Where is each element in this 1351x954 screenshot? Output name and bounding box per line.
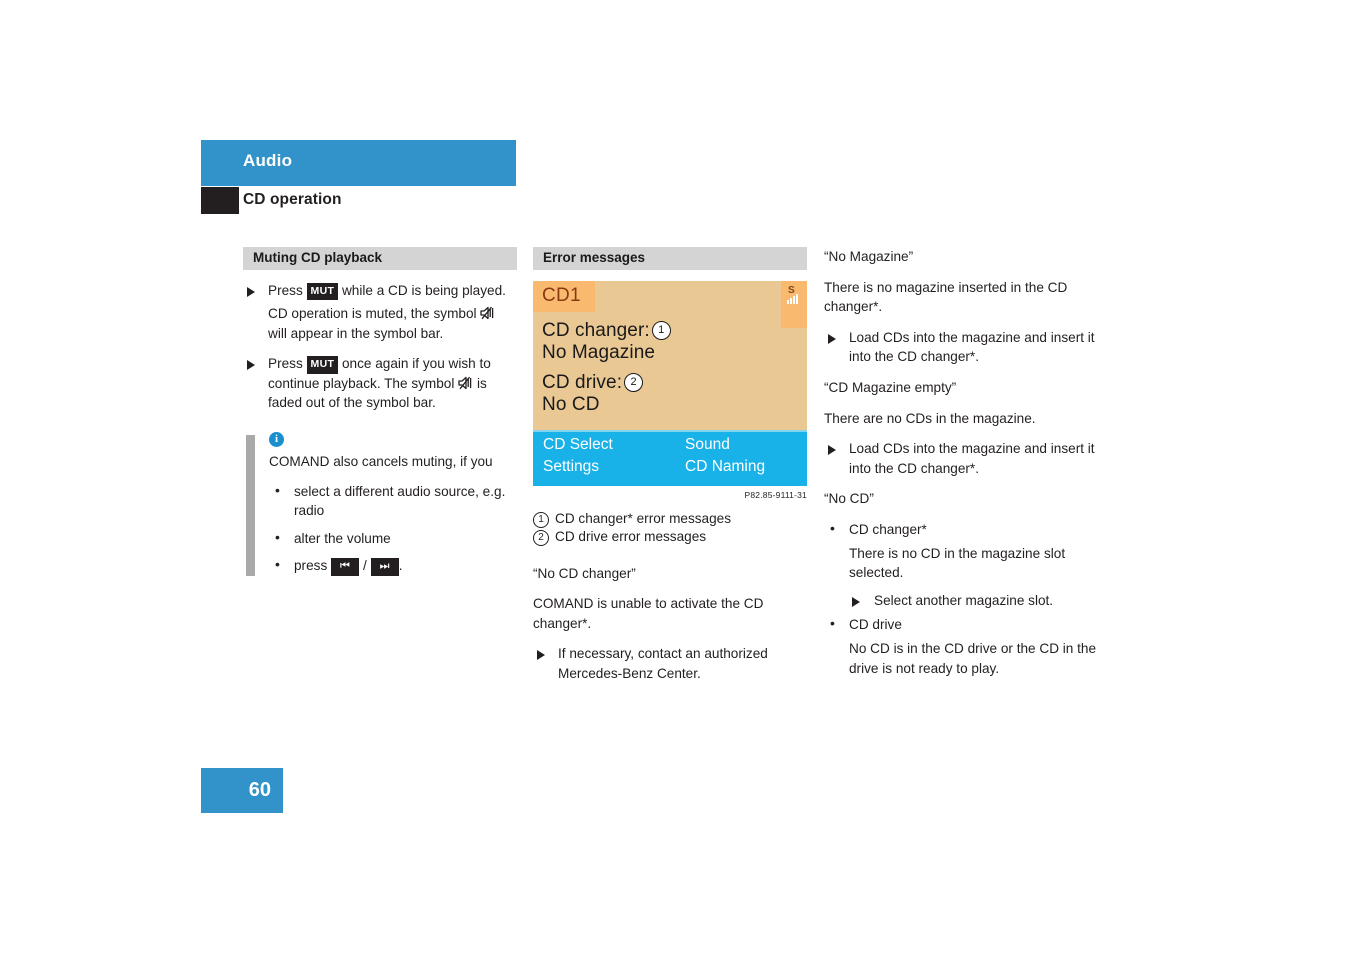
- display-menu-cd-select[interactable]: CD Select: [543, 436, 613, 454]
- info-bullet-audio-source: select a different audio source, e.g. ra…: [269, 481, 517, 521]
- figure-legend: 1 CD changer* error messages 2 CD drive …: [533, 510, 807, 547]
- message-title-no-magazine: “No Magazine”: [824, 249, 914, 264]
- left-column: Muting CD playback Press MUT while a CD …: [243, 247, 517, 584]
- middle-column: Error messages CD1 S CD changer: 1 No Mag…: [533, 247, 807, 687]
- comand-display-figure: CD1 S CD changer: 1 No Magazine CD drive:…: [533, 280, 807, 486]
- message-action-no-magazine: Load CDs into the magazine and insert it…: [824, 328, 1098, 367]
- no-cd-changer-action: Select another magazine slot.: [846, 591, 1098, 611]
- info-icon: i: [269, 432, 284, 448]
- display-menu-settings[interactable]: Settings: [543, 458, 599, 476]
- section-heading-muting: Muting CD playback: [243, 247, 517, 270]
- display-no-cd-line: No CD: [542, 393, 600, 415]
- message-title-no-cd-changer: “No CD changer”: [533, 565, 636, 581]
- page-header-section-title: Audio: [243, 151, 293, 170]
- display-source-tag: CD1: [533, 280, 595, 312]
- no-cd-bullet-cd-drive: CD drive: [824, 614, 1098, 635]
- display-cd-drive-line: CD drive: 2: [542, 371, 644, 394]
- track-keys-text-post: .: [398, 558, 403, 574]
- signal-bars-icon: [787, 293, 801, 304]
- legend-number: 2: [533, 530, 549, 547]
- message-action-cd-magazine-empty: Load CDs into the magazine and insert it…: [824, 439, 1098, 478]
- display-cd-changer-label: CD changer:: [542, 319, 650, 341]
- no-cd-bullet-cd-changer: CD changer*: [824, 519, 1098, 540]
- no-cd-drive-body: No CD is in the CD drive or the CD in th…: [849, 640, 1097, 676]
- message-body-no-magazine: There is no magazine inserted in the CD …: [824, 279, 1068, 315]
- instruction-step-mute-detail: CD operation is muted, the symbol will a…: [243, 304, 517, 343]
- page-header-band: Audio: [201, 140, 516, 186]
- legend-text: CD changer* error messages: [555, 510, 732, 526]
- page-number: 60: [248, 779, 271, 801]
- legend-item: 1 CD changer* error messages: [533, 510, 807, 529]
- legend-text: CD drive error messages: [555, 529, 707, 545]
- message-body-no-cd-changer: COMAND is unable to activate the CD chan…: [533, 596, 764, 631]
- page-number-badge: 60: [201, 768, 283, 813]
- display-menu-bar: CD Select Settings Sound CD Naming: [533, 429, 807, 486]
- step-text-pre: Press: [268, 282, 303, 298]
- mut-key-icon: MUT: [306, 356, 339, 374]
- info-note-intro: COMAND also cancels muting, if you: [269, 454, 493, 470]
- track-keys-text-pre: press: [294, 558, 328, 574]
- instruction-step-mute: Press MUT while a CD is being played.: [243, 281, 517, 301]
- legend-number: 1: [533, 511, 549, 528]
- mute-speaker-icon: [458, 376, 473, 390]
- track-keys-separator: /: [363, 558, 367, 574]
- instruction-step-unmute: Press MUT once again if you wish to cont…: [243, 354, 517, 413]
- display-cd-changer-line: CD changer: 1: [542, 320, 671, 342]
- mute-detail-text-a: CD operation is muted, the symbol: [268, 306, 477, 322]
- display-signal-indicator: S: [781, 280, 807, 328]
- display-cd-drive-label: CD drive:: [542, 371, 623, 393]
- info-note-box: i COMAND also cancels muting, if you sel…: [243, 432, 517, 577]
- info-bullet-track-keys: press ⏮ / ⏭.: [269, 555, 517, 577]
- page-header-subsection-title: CD operation: [243, 191, 342, 208]
- callout-marker-2: 2: [624, 372, 644, 392]
- info-bullet-volume: alter the volume: [269, 528, 517, 549]
- message-title-no-cd: “No CD”: [824, 491, 874, 507]
- next-track-key-icon: ⏭: [370, 558, 399, 577]
- previous-track-key-icon: ⏮: [331, 558, 360, 577]
- message-body-cd-magazine-empty: There are no CDs in the magazine.: [824, 410, 1036, 426]
- display-no-magazine-line: No Magazine: [542, 341, 656, 363]
- step-text-post: while a CD is being played.: [341, 282, 506, 298]
- callout-marker-1: 1: [651, 320, 671, 340]
- message-title-cd-magazine-empty: “CD Magazine empty”: [824, 379, 957, 395]
- legend-item: 2 CD drive error messages: [533, 528, 807, 547]
- display-source-label: CD1: [542, 284, 581, 306]
- message-action-no-cd-changer: If necessary, contact an authorized Merc…: [533, 644, 807, 683]
- chapter-tab-marker: [201, 187, 239, 214]
- mute-speaker-icon: [480, 306, 495, 320]
- mute-detail-text-b: will appear in the symbol bar.: [268, 325, 444, 341]
- unmute-text-pre: Press: [268, 356, 303, 372]
- right-column: “No Magazine” There is no magazine inser…: [824, 247, 1098, 686]
- no-cd-changer-body: There is no CD in the magazine slot sele…: [849, 545, 1066, 581]
- mut-key-icon: MUT: [306, 282, 339, 301]
- figure-caption: P82.85-9111-31: [744, 489, 807, 500]
- display-menu-cd-naming[interactable]: CD Naming: [685, 458, 765, 476]
- section-heading-error-messages: Error messages: [533, 247, 807, 270]
- display-menu-sound[interactable]: Sound: [685, 436, 730, 454]
